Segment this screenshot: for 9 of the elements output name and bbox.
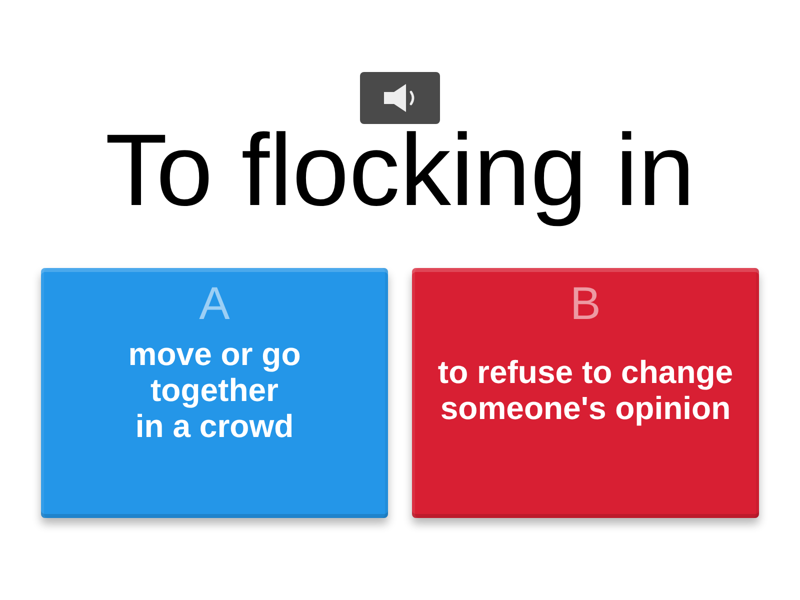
answer-letter: B (570, 280, 601, 326)
answer-text: to refuse to change someone's opinion (436, 354, 734, 426)
answer-card[interactable]: B to refuse to change someone's opinion (412, 268, 759, 518)
speaker-button[interactable] (360, 72, 440, 124)
question-title: To flocking in (104, 124, 696, 229)
answer-card[interactable]: A move or go together in a crowd (41, 268, 388, 518)
speaker-icon (384, 84, 416, 112)
answer-letter: A (199, 280, 230, 326)
answer-text: move or go together in a crowd (128, 336, 301, 444)
